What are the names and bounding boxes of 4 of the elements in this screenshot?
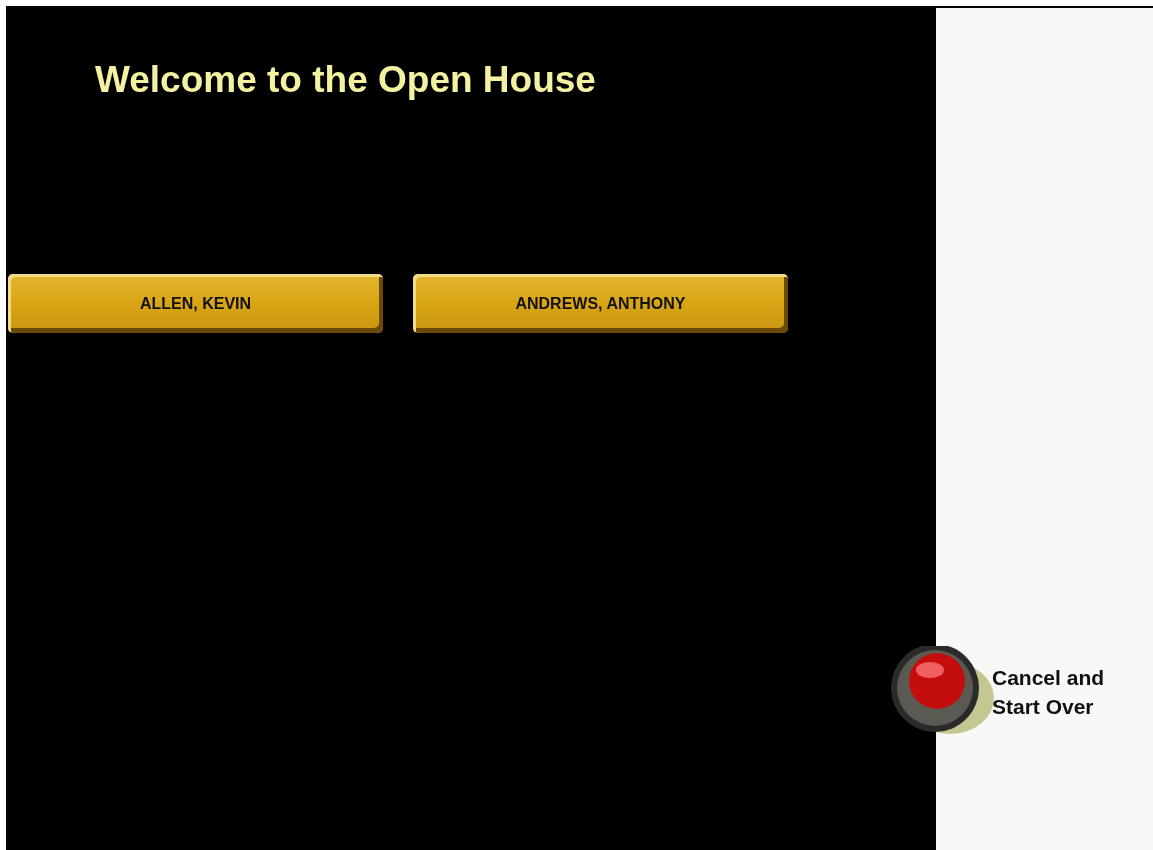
name-button[interactable]: ANDREWS, ANTHONY xyxy=(413,274,788,333)
cancel-label[interactable]: Cancel and Start Over xyxy=(992,663,1105,721)
welcome-title: Welcome to the Open House xyxy=(95,58,596,102)
name-button[interactable]: ALLEN, KEVIN xyxy=(8,274,383,333)
